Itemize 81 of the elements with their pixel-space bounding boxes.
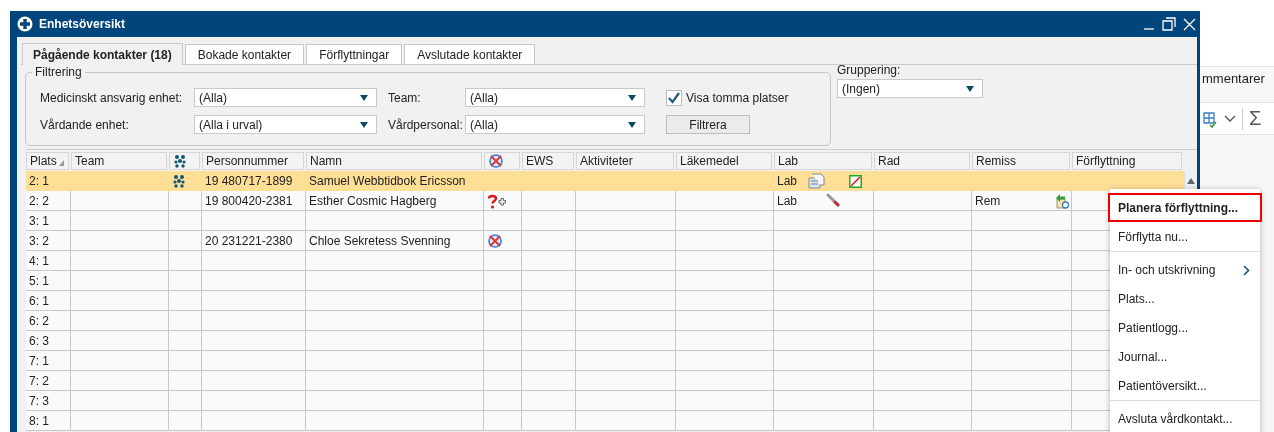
table-cell: 19 800420-2381 (205, 194, 293, 208)
column-header[interactable]: Personnummer (202, 152, 304, 170)
dropdown[interactable]: (Alla) (465, 115, 645, 134)
column-header[interactable]: Team (71, 152, 167, 170)
table-cell: 6: 2 (29, 314, 49, 328)
table-cell: 6: 1 (29, 294, 49, 308)
table-cell: 19 480717-1899 (205, 174, 293, 188)
menu-item[interactable]: Patientöversikt... (1110, 371, 1260, 400)
tab-label[interactable]: mmentarer (1200, 67, 1274, 90)
column-header[interactable]: Aktiviteter (576, 152, 674, 170)
table-cell: Esther Cosmic Hagberg (309, 194, 437, 208)
column-header[interactable] (169, 152, 200, 170)
table-cell: Rem (975, 194, 1001, 208)
dropdown-arrow-icon[interactable] (966, 85, 974, 92)
table-cell: 2: 1 (29, 174, 49, 188)
field-label: Team: (387, 90, 422, 105)
column-header[interactable]: Namn (306, 152, 482, 170)
table-cell: 7: 3 (29, 394, 49, 408)
window-title: Enhetsöversikt (39, 17, 126, 31)
filter-legend: Filtrering (32, 65, 85, 79)
table-cell: Samuel Webbtidbok Ericsson (309, 174, 466, 188)
filter-button[interactable]: Filtrera (666, 115, 750, 134)
tab[interactable]: Pågående kontakter (18) (22, 43, 183, 65)
table-cell: 4: 1 (29, 254, 49, 268)
sort-icon (58, 160, 64, 166)
table-cell: 2: 2 (29, 194, 49, 208)
restore-icon[interactable] (1161, 16, 1177, 32)
table-cell: 3: 1 (29, 214, 49, 228)
selected-row[interactable]: 2: 1 19 480717-1899 Samuel Webbtidbok Ericsson Lab (26, 171, 1184, 191)
table-cell: Lab (777, 194, 798, 208)
dropdown[interactable]: (Alla i urval) (194, 115, 377, 134)
menu-item[interactable]: Planera förflyttning... (1108, 193, 1262, 222)
field-label: Vårdande enhet: (40, 117, 130, 132)
table-cell: 7: 2 (29, 374, 49, 388)
menu-item[interactable]: Patientlogg... (1110, 313, 1260, 342)
menu-item[interactable]: Avsluta vårdkontakt... (1110, 400, 1260, 432)
column-header[interactable]: Läkemedel (676, 152, 772, 170)
field-label: Medicinskt ansvarig enhet: (40, 90, 184, 105)
chevron-right-icon (1243, 264, 1250, 276)
tab[interactable]: Förflyttningar (306, 44, 403, 64)
dropdown-arrow-icon[interactable] (628, 121, 636, 128)
dots-icon (173, 154, 187, 168)
plus-circle-icon (17, 16, 33, 32)
dropdown-arrow-icon[interactable] (360, 94, 368, 101)
checkmark-icon (667, 90, 681, 105)
checkbox[interactable] (666, 89, 682, 106)
column-header[interactable]: EWS (522, 152, 574, 170)
dropdown[interactable]: (Ingen) (837, 79, 983, 98)
crossed-circle-icon (488, 153, 504, 169)
menu-item[interactable]: Förflytta nu... (1110, 222, 1260, 251)
column-header[interactable]: Lab (774, 152, 872, 170)
dropdown[interactable]: (Alla) (465, 88, 645, 107)
chevron-down-icon[interactable] (1224, 114, 1236, 123)
sum-button[interactable]: Σ (1249, 107, 1262, 130)
table-cell: 8: 1 (29, 414, 49, 428)
menu-item[interactable]: In- och utskrivning (1110, 251, 1260, 284)
grouping-label: Gruppering: (837, 63, 902, 77)
close-icon[interactable] (1183, 17, 1196, 31)
column-header[interactable]: Remiss (972, 152, 1070, 170)
tab[interactable]: Avslutade kontakter (404, 44, 536, 64)
dropdown-arrow-icon[interactable] (360, 121, 368, 128)
menu-item[interactable]: Journal... (1110, 342, 1260, 371)
table-cell: 7: 1 (29, 354, 49, 368)
column-header[interactable]: Plats (26, 152, 69, 170)
menu-item[interactable]: Plats... (1110, 284, 1260, 313)
dropdown-arrow-icon[interactable] (628, 94, 636, 101)
column-header[interactable]: Rad (874, 152, 970, 170)
dropdown[interactable]: (Alla) (194, 88, 377, 107)
table-cell: Chloe Sekretess Svenning (309, 234, 451, 248)
field-label: Vårdpersonal: (387, 117, 464, 132)
table-cell: 6: 3 (29, 334, 49, 348)
table-cell: 20 231221-2380 (205, 234, 293, 248)
table-cell: 5: 1 (29, 274, 49, 288)
column-header[interactable]: Förflyttning (1072, 152, 1182, 170)
tab[interactable]: Bokade kontakter (184, 44, 305, 64)
checkbox-label[interactable]: Visa tomma platser (686, 90, 789, 105)
table-cell: Lab (777, 174, 798, 188)
up-arrow-icon[interactable] (1187, 178, 1195, 184)
table-cell: 3: 2 (29, 234, 49, 248)
grid-icon[interactable] (1202, 109, 1218, 128)
column-header[interactable] (484, 152, 520, 170)
